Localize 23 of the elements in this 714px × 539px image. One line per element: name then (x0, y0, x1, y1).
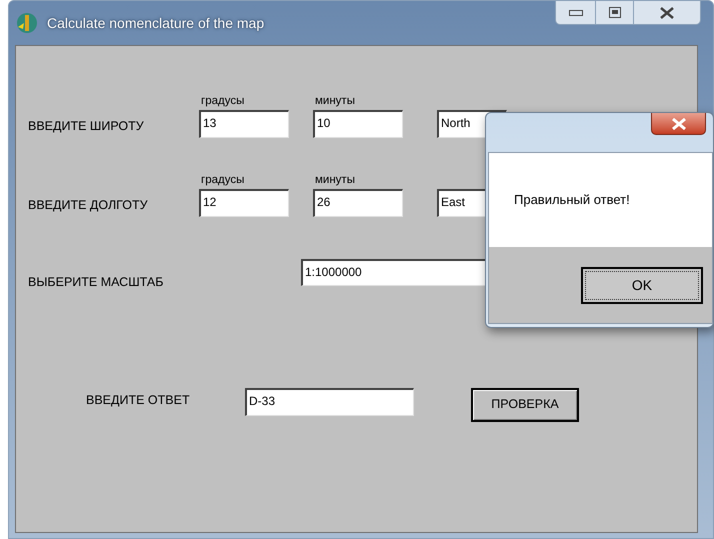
field-caption: минуты (314, 173, 356, 188)
dialog-message: Правильный ответ! (514, 191, 630, 210)
restore-icon (608, 7, 620, 18)
close-button[interactable] (651, 113, 706, 135)
field-caption: минуты (314, 94, 356, 109)
minutes-field[interactable]: 26 (313, 189, 403, 217)
ok-button[interactable]: OK (581, 267, 703, 304)
minutes-field[interactable]: 10 (313, 110, 403, 138)
app-icon (15, 11, 39, 35)
check-button[interactable]: ПРОВЕРКА (471, 388, 579, 422)
field-label: ВВЕДИТЕ ШИРОТУ (28, 118, 145, 136)
answer-field[interactable]: D-33 (245, 388, 414, 416)
field-caption: градусы (200, 94, 246, 109)
degrees-field[interactable]: 12 (199, 189, 289, 217)
field-caption: градусы (200, 173, 246, 188)
minimize-icon (568, 10, 582, 16)
close-icon (672, 118, 686, 130)
degrees-field[interactable]: 13 (199, 110, 289, 138)
window-title: Calculate nomenclature of the map (47, 14, 264, 33)
field-label: ВВЕДИТЕ ОТВЕТ (86, 392, 191, 409)
field-label: ВЫБЕРИТЕ МАСШТАБ (28, 274, 164, 291)
field-label: ВВЕДИТЕ ДОЛГОТУ (28, 197, 149, 214)
close-icon (660, 6, 674, 18)
